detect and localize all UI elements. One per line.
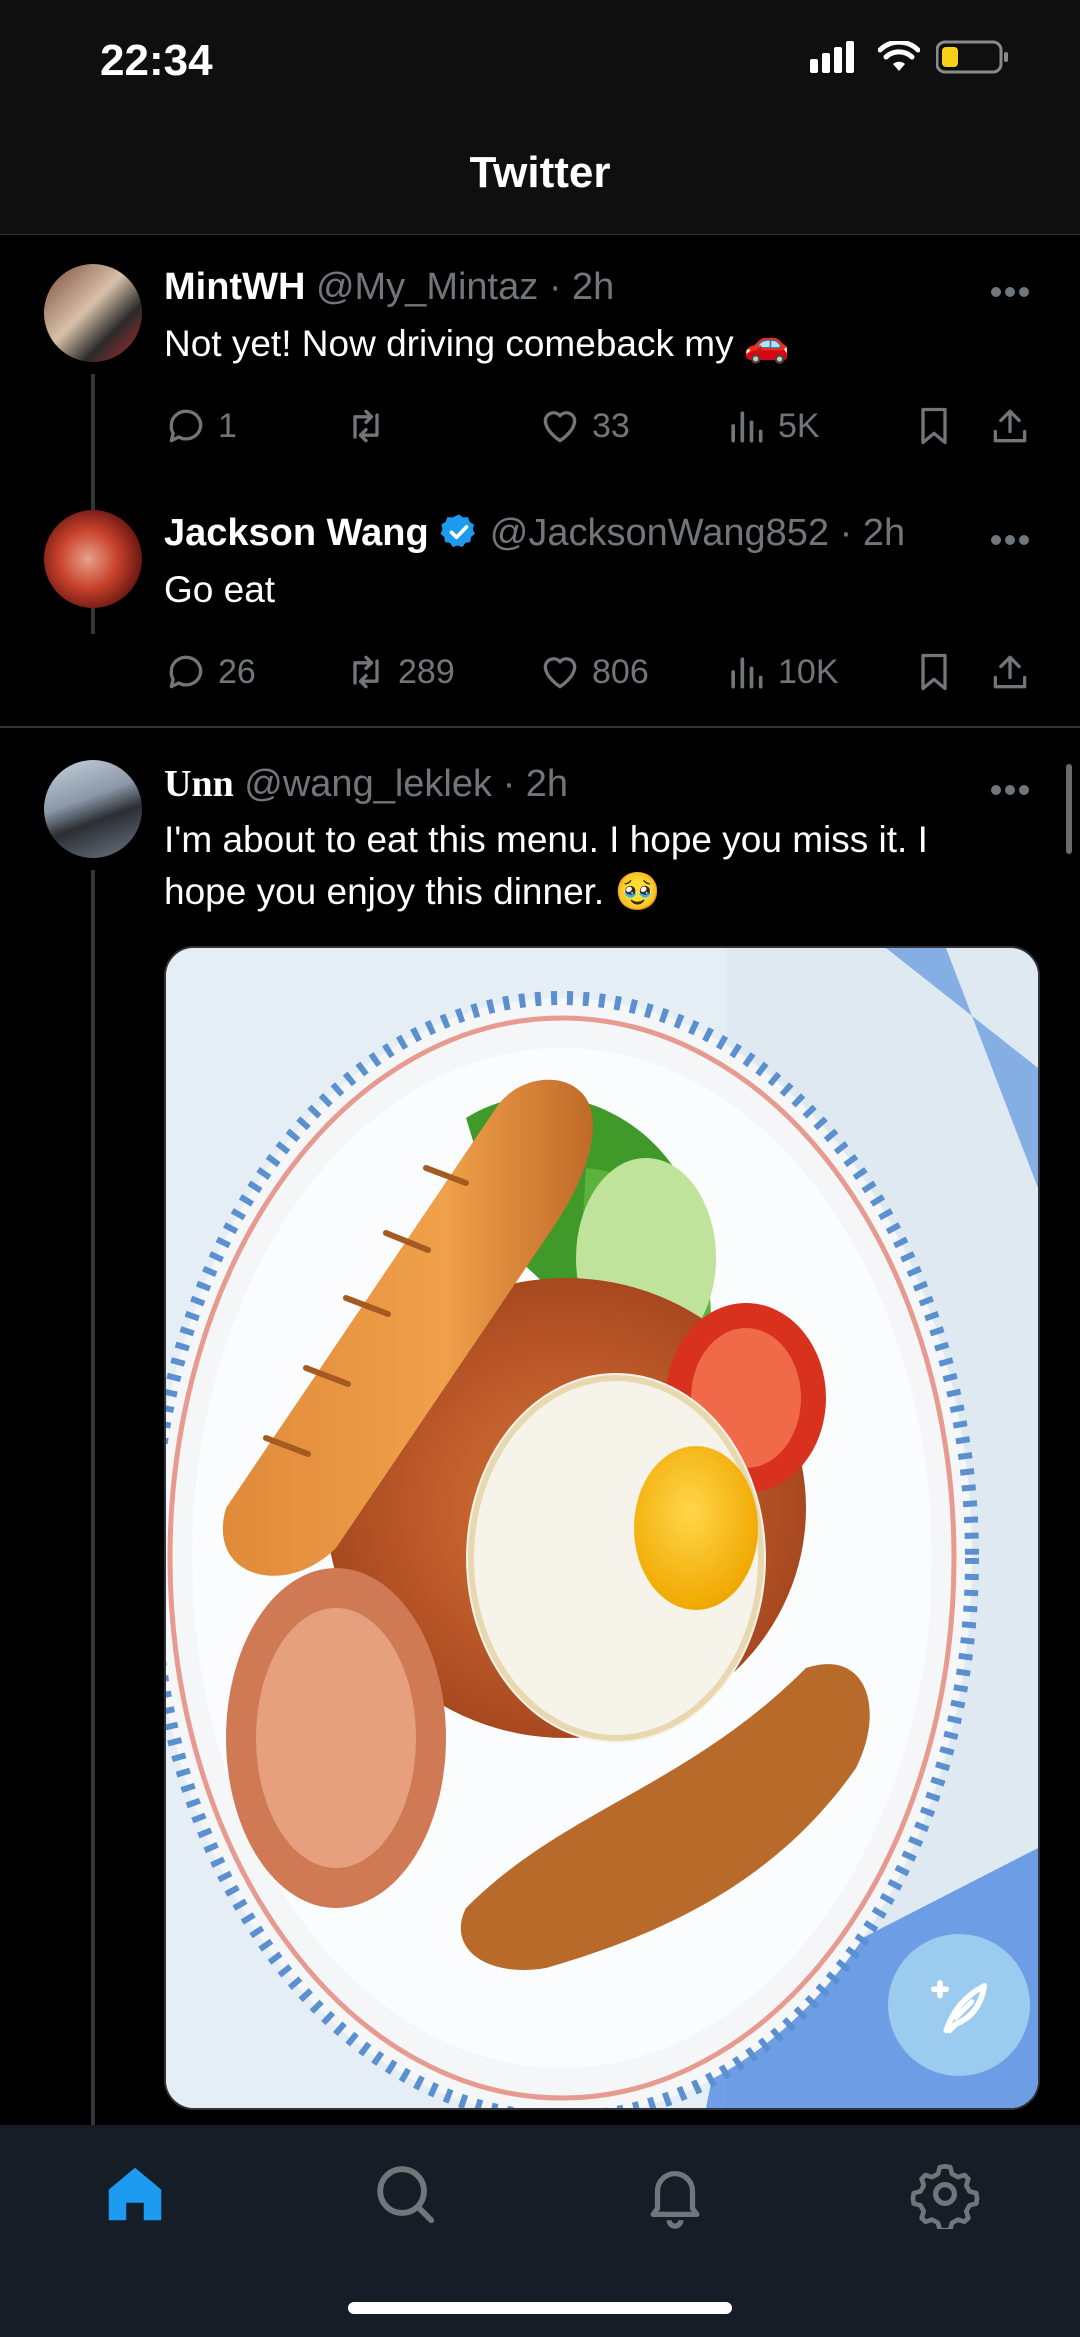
tweet-header: Jackson Wang @JacksonWang852 · 2h <box>164 512 905 555</box>
reply-count: 26 <box>218 652 256 691</box>
tweet-header: MintWH @My_Mintaz · 2h <box>164 266 614 309</box>
tweet-time: · 2h <box>548 266 615 308</box>
reply-icon <box>169 409 203 443</box>
status-bar: 22:34 <box>0 0 1080 118</box>
author-name[interactable]: Unn <box>164 763 234 805</box>
tweet-time: · 2h <box>502 763 569 805</box>
like-count: 33 <box>592 406 630 445</box>
retweet-button[interactable] <box>344 404 398 448</box>
heart-icon <box>543 411 577 443</box>
verified-icon <box>440 514 476 547</box>
avatar[interactable] <box>44 264 142 362</box>
food-plate-image <box>166 948 1038 2108</box>
scroll-indicator[interactable] <box>1066 764 1072 854</box>
bell-icon[interactable] <box>640 2159 710 2229</box>
like-count: 806 <box>592 652 649 691</box>
reply-icon <box>169 655 203 689</box>
retweet-icon <box>353 409 379 443</box>
more-icon[interactable] <box>990 286 1030 298</box>
status-icons <box>810 40 1010 74</box>
wifi-icon <box>878 41 920 71</box>
views-icon <box>731 657 763 689</box>
status-time: 22:34 <box>100 36 213 85</box>
reply-button[interactable]: 26 <box>164 650 256 694</box>
car-emoji: 🚗 <box>743 323 790 364</box>
pleading-face-emoji: 🥹 <box>614 871 661 912</box>
like-button[interactable]: 33 <box>538 404 630 448</box>
retweet-count: 289 <box>398 652 455 691</box>
tweet-jackson-wang[interactable]: Jackson Wang @JacksonWang852 · 2h Go eat… <box>0 494 1080 726</box>
view-count: 10K <box>778 652 839 691</box>
author-handle[interactable]: @My_Mintaz <box>316 266 538 308</box>
heart-icon <box>543 657 577 689</box>
bookmark-icon <box>921 653 947 691</box>
views-button[interactable]: 5K <box>724 404 820 448</box>
tweet-time: · 2h <box>839 512 906 554</box>
avatar[interactable] <box>44 760 142 858</box>
tweet-text: I'm about to eat this menu. I hope you m… <box>164 814 984 918</box>
compose-icon <box>930 1979 988 2034</box>
share-button[interactable] <box>988 404 1032 448</box>
author-handle[interactable]: @wang_leklek <box>244 763 492 805</box>
signal-icon <box>810 41 854 73</box>
bookmark-button[interactable] <box>912 404 956 448</box>
tweet-header: Unn @wang_leklek · 2h <box>164 762 568 806</box>
compose-tweet-button[interactable] <box>888 1934 1030 2076</box>
home-indicator[interactable] <box>348 2302 732 2314</box>
views-button[interactable]: 10K <box>724 650 839 694</box>
author-name[interactable]: MintWH <box>164 266 305 308</box>
thread-line <box>91 870 95 2130</box>
bookmark-button[interactable] <box>912 650 956 694</box>
retweet-icon <box>353 655 379 689</box>
tweet-text: Go eat <box>164 569 276 610</box>
author-name[interactable]: Jackson Wang <box>164 512 429 554</box>
more-icon[interactable] <box>990 534 1030 546</box>
tweet-photo[interactable] <box>164 946 1040 2110</box>
avatar[interactable] <box>44 510 142 608</box>
app-header: Twitter <box>0 118 1080 235</box>
battery-icon <box>936 40 1008 74</box>
retweet-button[interactable]: 289 <box>344 650 455 694</box>
tweet-mintwh[interactable]: MintWH @My_Mintaz · 2h Not yet! Now driv… <box>0 234 1080 634</box>
tweet-text: Not yet! Now driving comeback my 🚗 <box>164 318 984 370</box>
reply-count: 1 <box>218 406 237 445</box>
share-icon <box>993 655 1027 689</box>
tweet-actions: 1 33 5K <box>164 404 1044 454</box>
views-icon <box>731 411 763 443</box>
bookmark-icon <box>921 407 947 445</box>
like-button[interactable]: 806 <box>538 650 649 694</box>
author-handle[interactable]: @JacksonWang852 <box>490 512 829 554</box>
page-title: Twitter <box>469 148 611 197</box>
search-icon[interactable] <box>370 2159 440 2229</box>
share-icon <box>993 409 1027 443</box>
more-icon[interactable] <box>990 784 1030 796</box>
reply-button[interactable]: 1 <box>164 404 237 448</box>
home-icon[interactable] <box>100 2159 170 2229</box>
share-button[interactable] <box>988 650 1032 694</box>
gear-icon[interactable] <box>910 2159 980 2229</box>
tweet-actions: 26 289 806 10K <box>164 650 1044 700</box>
view-count: 5K <box>778 406 820 445</box>
tweet-text-body: Not yet! Now driving comeback my <box>164 323 734 364</box>
tweet-text-body: I'm about to eat this menu. I hope you m… <box>164 819 928 912</box>
